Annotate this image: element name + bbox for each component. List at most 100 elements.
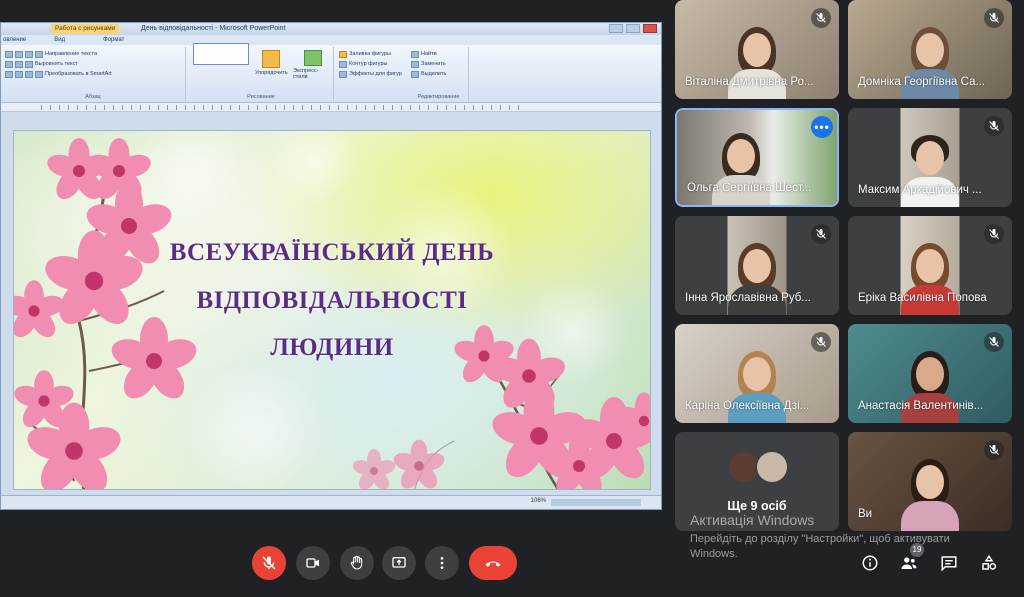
activation-title: Активація Windows — [690, 512, 815, 528]
shape-fill-icon[interactable] — [339, 50, 347, 58]
arrange-icon[interactable] — [262, 50, 281, 68]
meeting-details-button[interactable] — [859, 552, 881, 574]
mic-off-icon — [811, 8, 831, 28]
participant-name: Домніка Георгіївна Са... — [858, 76, 986, 88]
ppt-statusbar: 106% — [1, 495, 661, 509]
mic-off-icon — [984, 440, 1004, 460]
present-screen-button[interactable] — [382, 546, 416, 580]
slide-title-line-3: ЛЮДИНИ — [270, 334, 394, 361]
shape-effects-button[interactable]: Эффекты для фигур — [349, 71, 402, 77]
others-avatars — [675, 450, 839, 490]
participant-tile[interactable]: Максим Аркадійович ... — [848, 108, 1012, 207]
participant-tile[interactable]: Анастасія Валентинів... — [848, 324, 1012, 423]
participant-name: Еріка Василівна Попова — [858, 292, 987, 304]
participant-figure — [901, 243, 959, 315]
mic-toggle-button[interactable] — [252, 546, 286, 580]
text-direction-icon[interactable] — [35, 50, 43, 58]
ruler-ticks — [41, 105, 521, 110]
ppt-tab[interactable]: Формат — [103, 35, 124, 45]
end-call-icon — [485, 561, 501, 567]
shape-outline-button[interactable]: Контур фигуры — [349, 61, 387, 67]
participant-figure — [901, 135, 959, 207]
quick-styles-button[interactable]: Экспресс-стили — [293, 68, 333, 80]
replace-button[interactable]: Заменить — [421, 61, 446, 67]
participant-tile[interactable]: Еріка Василівна Попова — [848, 216, 1012, 315]
ppt-tab[interactable]: Вид — [54, 35, 65, 45]
chat-button[interactable] — [938, 552, 960, 574]
list-icon[interactable] — [15, 50, 23, 58]
quick-styles-icon[interactable] — [304, 50, 322, 66]
more-options-button[interactable] — [425, 546, 459, 580]
find-icon[interactable] — [411, 50, 419, 58]
ribbon-group-label: Редактирование — [417, 94, 460, 100]
info-icon — [862, 555, 878, 571]
slide-title-line-2: ВІДПОВІДАЛЬНОСТІ — [196, 287, 468, 314]
participant-name: Ольга Сергіївна Шест... — [687, 182, 812, 194]
zoom-level: 106% — [530, 498, 546, 504]
close-icon[interactable] — [643, 24, 657, 33]
smartart-icon[interactable] — [35, 70, 43, 78]
participant-tile[interactable]: Інна Ярославівна Руб... — [675, 216, 839, 315]
participant-figure — [728, 351, 786, 423]
zoom-slider[interactable] — [551, 499, 641, 506]
minimize-icon[interactable] — [609, 24, 623, 33]
participant-tile-active-speaker[interactable]: ••• Ольга Сергіївна Шест... — [675, 108, 839, 207]
select-icon[interactable] — [411, 70, 419, 78]
select-button[interactable]: Выделить — [421, 71, 446, 77]
align-icon[interactable] — [5, 50, 13, 58]
numbering-icon[interactable] — [15, 60, 23, 68]
mic-off-icon — [811, 224, 831, 244]
shape-fill-button[interactable]: Заливка фигуры — [349, 51, 391, 57]
ppt-ruler — [1, 103, 661, 112]
align-center-icon[interactable] — [15, 70, 23, 78]
ppt-context-tab[interactable]: Работа с рисунками — [51, 24, 120, 34]
text-direction-button[interactable]: Направление текста — [45, 51, 97, 57]
ribbon-group-shape-styles: Заливка фигуры Контур фигуры Эффекты для… — [337, 47, 405, 101]
ppt-window-controls — [609, 24, 657, 33]
mic-off-icon — [984, 116, 1004, 136]
mic-off-icon — [984, 224, 1004, 244]
participant-figure — [901, 351, 959, 423]
ppt-editing-area: ВСЕУКРАЇНСЬКИЙ ДЕНЬ ВІДПОВІДАЛЬНОСТІ ЛЮД… — [1, 112, 661, 497]
slide-title-line-1: ВСЕУКРАЇНСЬКИЙ ДЕНЬ — [169, 239, 495, 266]
participant-tile[interactable]: Каріна Олексіївна Дзі... — [675, 324, 839, 423]
shape-outline-icon[interactable] — [339, 60, 347, 68]
mic-off-icon — [984, 8, 1004, 28]
participant-tile[interactable]: Домніка Георгіївна Са... — [848, 0, 1012, 99]
shapes-gallery-icon[interactable] — [193, 43, 249, 65]
participant-name: Інна Ярославівна Руб... — [685, 292, 811, 304]
participant-tile[interactable]: Віталіна Дмитрівна Ро... — [675, 0, 839, 99]
find-button[interactable]: Найти — [421, 51, 437, 57]
align-text-icon[interactable] — [25, 60, 33, 68]
bullets-icon[interactable] — [5, 60, 13, 68]
ribbon-group-editing: Найти Заменить Выделить Редактирование — [409, 47, 469, 101]
participant-name: Каріна Олексіївна Дзі... — [685, 400, 810, 412]
shape-effects-icon[interactable] — [339, 70, 347, 78]
align-left-icon[interactable] — [5, 70, 13, 78]
ribbon-group-label: Абзац — [85, 94, 101, 100]
avatar — [755, 450, 789, 484]
camera-icon — [306, 558, 319, 568]
indent-icon[interactable] — [25, 50, 33, 58]
raise-hand-button[interactable] — [340, 546, 374, 580]
smartart-button[interactable]: Преобразовать в SmartArt — [45, 71, 112, 77]
more-participants-label: Ще 9 осіб — [727, 499, 787, 513]
ribbon-group-paragraph: Направление текста Выровнять текст Преоб… — [1, 47, 186, 101]
end-call-button[interactable] — [469, 546, 517, 580]
participant-figure — [901, 27, 959, 99]
activities-button[interactable] — [978, 552, 1000, 574]
maximize-icon[interactable] — [626, 24, 640, 33]
align-right-icon[interactable] — [25, 70, 33, 78]
more-options-icon[interactable]: ••• — [811, 116, 833, 138]
camera-toggle-button[interactable] — [296, 546, 330, 580]
ppt-tab[interactable]: овление — [3, 35, 26, 45]
slide-canvas[interactable]: ВСЕУКРАЇНСЬКИЙ ДЕНЬ ВІДПОВІДАЛЬНОСТІ ЛЮД… — [13, 130, 651, 490]
ppt-window-title: День відповідальності - Microsoft PowerP… — [141, 25, 286, 32]
replace-icon[interactable] — [411, 60, 419, 68]
ribbon-group-label: Рисование — [247, 94, 275, 100]
participant-name: Анастасія Валентинів... — [858, 400, 984, 412]
arrange-button[interactable]: Упорядочить — [255, 70, 288, 76]
present-icon — [392, 557, 406, 568]
people-button[interactable]: 19 — [898, 543, 924, 574]
align-text-button[interactable]: Выровнять текст — [35, 61, 78, 67]
